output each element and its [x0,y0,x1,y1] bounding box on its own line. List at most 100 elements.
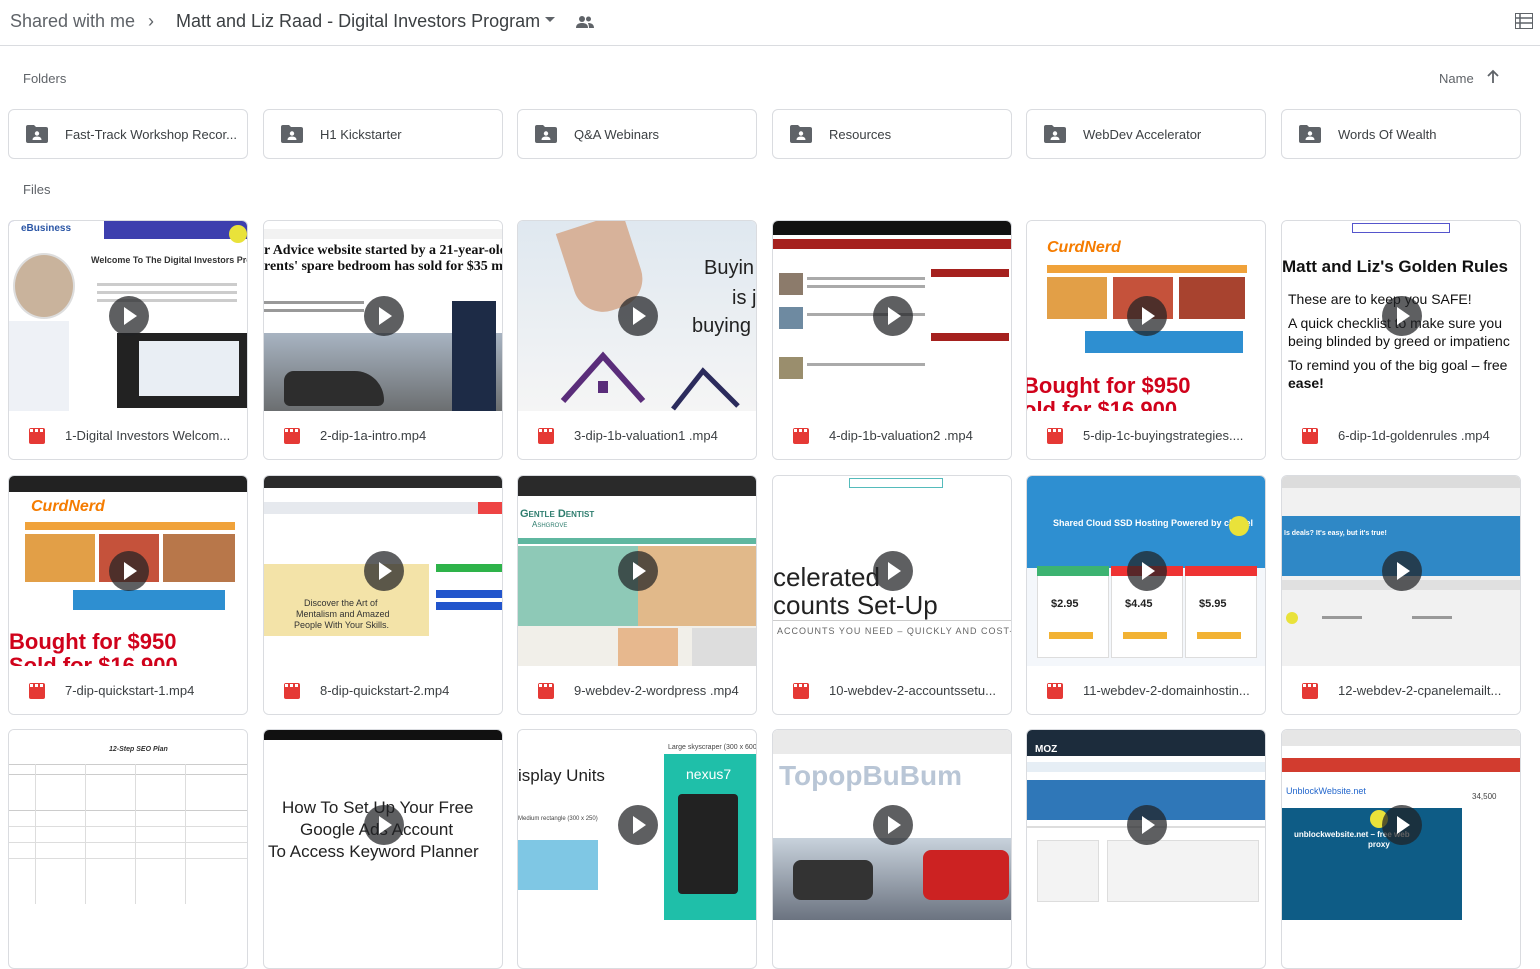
file-thumbnail[interactable]: TopopBuBum [773,730,1011,920]
video-file-icon [793,683,809,699]
folder-tile[interactable]: Words Of Wealth [1281,109,1521,159]
file-thumbnail[interactable]: Is deals? It's easy, but it's true! [1282,476,1520,666]
breadcrumb-shared-with-me[interactable]: Shared with me [10,11,135,32]
thumb-brand: Gentle Dentist [520,508,595,520]
file-name: 4-dip-1b-valuation2 .mp4 [829,428,973,443]
play-icon [618,551,658,591]
play-icon [873,296,913,336]
file-thumbnail[interactable]: Matt and Liz's Golden Rules These are to… [1282,221,1520,411]
thumb-headline-2: rents' spare bedroom has sold for $35 mi… [264,259,502,274]
thumb-line-2: is j [732,287,756,309]
video-file-icon [29,428,45,444]
chevron-down-icon[interactable] [545,17,555,22]
folder-name: Q&A Webinars [574,127,660,142]
play-icon [364,296,404,336]
play-icon [1382,296,1422,336]
play-icon [618,296,658,336]
file-tile[interactable]: Shared Cloud SSD Hosting Powered by cPan… [1026,475,1266,715]
arrow-up-icon[interactable] [1486,69,1500,85]
file-tile[interactable]: 12-Step SEO Plan [8,729,248,969]
video-file-icon [538,428,554,444]
file-thumbnail[interactable]: Gentle Dentist Ashgrove [518,476,756,666]
file-thumbnail[interactable]: CurdNerd Bought for $950 Sold for $16,90… [9,476,247,666]
video-file-icon [1302,683,1318,699]
file-tile[interactable]: isplay Units Large skyscraper (300 x 600… [517,729,757,969]
file-tile[interactable]: Discover the Art of Mentalism and Amazed… [263,475,503,715]
folder-tile[interactable]: WebDev Accelerator [1026,109,1266,159]
folder-tile[interactable]: Resources [772,109,1012,159]
file-thumbnail[interactable]: celerated counts Set-Up ACCOUNTS YOU NEE… [773,476,1011,666]
shared-folder-icon [790,125,812,143]
thumb-line-1: Bought for $950 [9,629,177,654]
file-thumbnail[interactable]: How To Set Up Your Free Google Ads Accou… [264,730,502,920]
shared-people-icon[interactable] [576,15,594,29]
file-tile[interactable]: How To Set Up Your Free Google Ads Accou… [263,729,503,969]
file-tile[interactable]: Matt and Liz's Golden Rules These are to… [1281,220,1521,460]
folder-tile[interactable]: Fast-Track Workshop Recor... [8,109,248,159]
play-icon [618,805,658,845]
file-tile[interactable]: 4-dip-1b-valuation2 .mp4 [772,220,1012,460]
file-thumbnail[interactable]: Buyin is j buying [518,221,756,411]
folder-name: H1 Kickstarter [320,127,402,142]
file-thumbnail[interactable]: Shared Cloud SSD Hosting Powered by cPan… [1027,476,1265,666]
play-icon [1382,551,1422,591]
thumb-line-1: Buyin [704,257,755,279]
file-thumbnail[interactable]: r Advice website started by a 21-year-ol… [264,221,502,411]
play-icon [109,551,149,591]
list-view-icon[interactable] [1515,13,1533,29]
shared-folder-icon [535,125,557,143]
thumb-line-1: Discover the Art of [304,598,378,608]
file-tile[interactable]: eBusiness Welcome To The Digital Investo… [8,220,248,460]
file-tile[interactable]: TopopBuBum [772,729,1012,969]
file-tile[interactable]: r Advice website started by a 21-year-ol… [263,220,503,460]
file-name: 2-dip-1a-intro.mp4 [320,428,427,443]
folder-name: WebDev Accelerator [1083,127,1202,142]
file-tile[interactable]: celerated counts Set-Up ACCOUNTS YOU NEE… [772,475,1012,715]
thumb-line-1: isplay Units [518,766,605,785]
thumb-brand: MOZ [1035,744,1058,755]
breadcrumb-current-folder[interactable]: Matt and Liz Raad - Digital Investors Pr… [176,11,540,32]
file-thumbnail[interactable]: isplay Units Large skyscraper (300 x 600… [518,730,756,920]
thumb-line-2: Sold for $16,900 [9,653,178,666]
file-tile[interactable]: Gentle Dentist Ashgrove 9-webdev-2-wordp… [517,475,757,715]
file-name: 10-webdev-2-accountssetu... [829,683,996,698]
play-icon [364,805,404,845]
video-file-icon [1047,428,1063,444]
thumb-line-2: Mentalism and Amazed [296,609,390,619]
file-name: 3-dip-1b-valuation1 .mp4 [574,428,718,443]
file-name: 12-webdev-2-cpanelemailt... [1338,683,1502,698]
file-tile[interactable]: Buyin is j buying 3-dip-1b-valuation1 .mp… [517,220,757,460]
thumb-title: Is deals? It's easy, but it's true! [1284,530,1387,537]
video-file-icon [1047,683,1063,699]
file-tile[interactable]: CurdNerd Bought for $950 old for $16,900… [1026,220,1266,460]
thumb-line-1: Bought for $950 [1027,373,1191,398]
file-thumbnail[interactable]: 12-Step SEO Plan [9,730,247,920]
thumb-price: 34,500 [1472,792,1497,801]
file-name: 11-webdev-2-domainhostin... [1083,683,1250,698]
file-thumbnail[interactable]: eBusiness Welcome To The Digital Investo… [9,221,247,411]
file-thumbnail[interactable]: CurdNerd Bought for $950 old for $16,900 [1027,221,1265,411]
sort-by-name-button[interactable]: Name [1439,71,1474,86]
thumb-headline-1: r Advice website started by a 21-year-ol… [264,243,502,258]
file-tile[interactable]: UnblockWebsite.net 34,500 unblockwebsite… [1281,729,1521,969]
folder-tile[interactable]: H1 Kickstarter [263,109,503,159]
file-tile[interactable]: Is deals? It's easy, but it's true! 12-w… [1281,475,1521,715]
file-thumbnail[interactable]: Discover the Art of Mentalism and Amazed… [264,476,502,666]
file-tile[interactable]: CurdNerd Bought for $950 Sold for $16,90… [8,475,248,715]
shared-folder-icon [281,125,303,143]
file-thumbnail[interactable]: UnblockWebsite.net 34,500 unblockwebsite… [1282,730,1520,920]
play-icon [1127,296,1167,336]
file-name: 5-dip-1c-buyingstrategies.... [1083,428,1244,443]
play-icon [1127,551,1167,591]
folder-name: Resources [829,127,892,142]
folder-name: Fast-Track Workshop Recor... [65,127,237,142]
thumb-line-3: To Access Keyword Planner [268,842,479,861]
play-icon [109,296,149,336]
thumb-line-2: Large skyscraper (300 x 600) [668,744,756,751]
file-thumbnail[interactable] [773,221,1011,411]
file-tile[interactable]: MOZ [1026,729,1266,969]
folder-tile[interactable]: Q&A Webinars [517,109,757,159]
file-thumbnail[interactable]: MOZ [1027,730,1265,920]
thumb-title: 12-Step SEO Plan [109,746,168,753]
thumb-price-2: $4.45 [1125,598,1153,610]
